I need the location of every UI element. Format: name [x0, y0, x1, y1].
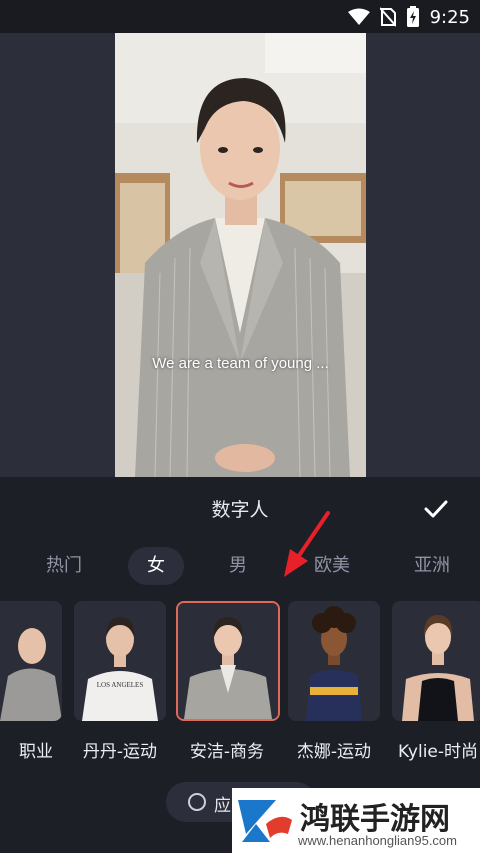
video-subtitle: We are a team of young ...	[152, 355, 329, 372]
shirt-print-text: LOS ANGELES	[97, 681, 144, 689]
avatar-thumbnail: LOS ANGELES	[74, 601, 166, 721]
avatar-card-dandan[interactable]: LOS ANGELES	[74, 601, 166, 721]
avatar-label-anjie: 安洁-商务	[189, 742, 265, 762]
video-preview-area: We are a team of young ...	[0, 33, 480, 477]
avatar-card-jenna[interactable]	[288, 601, 380, 721]
avatar-list: 职业 LOS ANGELES 丹丹-运动 安洁-商务 杰娜-运动 Kylie-时…	[0, 601, 480, 771]
avatar-thumbnail	[0, 601, 62, 721]
watermark-title: 鸿联手游网	[300, 802, 450, 837]
site-watermark: 鸿联手游网 www.henanhonglian95.com	[232, 788, 480, 853]
no-sim-icon	[379, 7, 396, 27]
avatar-label-kylie: Kylie-时尚	[398, 742, 479, 762]
avatar-thumbnail	[288, 601, 380, 721]
avatar-card-kylie[interactable]	[392, 601, 480, 721]
battery-charging-icon	[406, 6, 419, 27]
tab-female[interactable]: 女	[128, 547, 184, 585]
radio-circle-icon	[188, 793, 206, 811]
watermark-url: www.henanhonglian95.com	[298, 833, 457, 848]
panel-title: 数字人	[211, 499, 269, 521]
status-icons: 9:25	[347, 6, 470, 28]
avatar-thumbnail	[178, 603, 278, 719]
digital-human-video[interactable]: We are a team of young ...	[115, 33, 366, 477]
apply-label: 应	[214, 796, 231, 816]
avatar-label-career: 职业	[19, 742, 53, 762]
category-tabs: 热门 女 男 欧美 亚洲	[0, 547, 480, 585]
status-time: 9:25	[429, 6, 470, 28]
avatar-label-jenna: 杰娜-运动	[296, 742, 372, 762]
presenter-image	[115, 33, 366, 477]
status-bar: 9:25	[0, 0, 480, 33]
avatar-thumbnail	[392, 601, 480, 721]
tab-asian[interactable]: 亚洲	[396, 547, 468, 585]
watermark-logo	[238, 800, 292, 842]
avatar-card-career[interactable]	[0, 601, 62, 721]
tab-hot[interactable]: 热门	[28, 547, 100, 585]
red-arrow-annotation	[284, 511, 330, 577]
avatar-card-anjie[interactable]	[176, 601, 280, 721]
confirm-check-icon[interactable]	[422, 495, 450, 523]
tab-male[interactable]: 男	[210, 547, 266, 585]
avatar-label-dandan: 丹丹-运动	[82, 742, 158, 762]
wifi-icon	[347, 8, 370, 25]
